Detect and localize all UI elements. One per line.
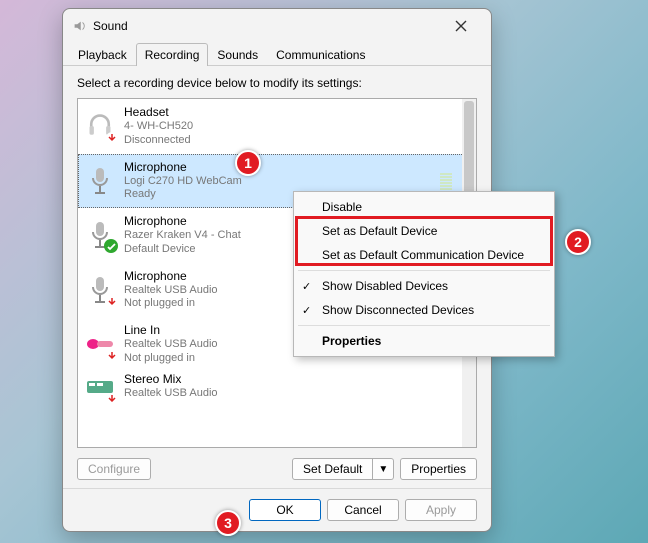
stereo-mix-icon [84,372,116,402]
configure-button[interactable]: Configure [77,458,151,480]
device-status: Disconnected [124,134,193,148]
microphone-icon [84,165,116,197]
tab-communications[interactable]: Communications [267,43,374,66]
titlebar: Sound [63,9,491,43]
device-sub: Logi C270 HD WebCam [124,175,242,189]
set-default-split: Set Default ▼ [292,458,394,480]
device-name: Microphone [124,269,218,284]
list-item[interactable]: Headset 4- WH-CH520 Disconnected [78,99,476,154]
item-text: Microphone Realtek USB Audio Not plugged… [124,269,218,312]
check-icon: ✓ [302,280,311,293]
arrow-down-icon [106,393,118,402]
tab-recording[interactable]: Recording [136,43,209,66]
list-buttons: Configure Set Default ▼ Properties [77,458,477,480]
menu-label: Show Disabled Devices [322,279,448,293]
annotation-1: 1 [235,150,261,176]
device-name: Stereo Mix [124,372,218,387]
menu-properties[interactable]: Properties [294,329,554,353]
speaker-icon [71,18,87,34]
item-text: Microphone Logi C270 HD WebCam Ready [124,160,242,203]
tabs: Playback Recording Sounds Communications [63,43,491,66]
device-status: Ready [124,188,242,202]
arrow-down-icon [106,132,118,144]
item-text: Headset 4- WH-CH520 Disconnected [124,105,193,148]
line-in-icon [84,328,116,360]
device-name: Microphone [124,160,242,175]
tab-playback[interactable]: Playback [69,43,136,66]
instruction-text: Select a recording device below to modif… [77,76,477,90]
check-icon: ✓ [302,304,311,317]
arrow-down-icon [106,350,118,362]
apply-button[interactable]: Apply [405,499,477,521]
annotation-2: 2 [565,229,591,255]
ok-button[interactable]: OK [249,499,321,521]
menu-show-disconnected[interactable]: ✓ Show Disconnected Devices [294,298,554,322]
item-text: Line In Realtek USB Audio Not plugged in [124,323,218,366]
set-default-dropdown[interactable]: ▼ [373,458,394,480]
menu-set-default-device[interactable]: Set as Default Device [294,219,554,243]
menu-label: Show Disconnected Devices [322,303,474,317]
item-text: Microphone Razer Kraken V4 - Chat Defaul… [124,214,241,257]
headset-icon [84,110,116,142]
dialog-buttons: OK Cancel Apply [63,488,491,531]
set-default-button[interactable]: Set Default [292,458,373,480]
menu-separator [298,325,550,326]
cancel-button[interactable]: Cancel [327,499,399,521]
properties-button[interactable]: Properties [400,458,477,480]
device-status: Not plugged in [124,297,218,311]
device-name: Line In [124,323,218,338]
item-text: Stereo Mix Realtek USB Audio [124,372,218,401]
window-title: Sound [93,19,439,33]
device-sub: Realtek USB Audio [124,338,218,352]
menu-show-disabled[interactable]: ✓ Show Disabled Devices [294,274,554,298]
list-item[interactable]: Stereo Mix Realtek USB Audio [78,372,476,402]
close-button[interactable] [439,12,483,40]
menu-separator [298,270,550,271]
device-name: Microphone [124,214,241,229]
check-icon [104,239,118,253]
menu-set-default-comm-device[interactable]: Set as Default Communication Device [294,243,554,267]
device-status: Default Device [124,243,241,257]
microphone-icon [84,274,116,306]
device-sub: Realtek USB Audio [124,387,218,401]
tab-sounds[interactable]: Sounds [208,43,267,66]
device-sub: Razer Kraken V4 - Chat [124,229,241,243]
microphone-icon [84,219,116,251]
device-status: Not plugged in [124,352,218,366]
menu-disable[interactable]: Disable [294,195,554,219]
device-name: Headset [124,105,193,120]
device-sub: 4- WH-CH520 [124,120,193,134]
arrow-down-icon [106,296,118,308]
annotation-3: 3 [215,510,241,536]
context-menu: Disable Set as Default Device Set as Def… [293,191,555,357]
device-sub: Realtek USB Audio [124,284,218,298]
